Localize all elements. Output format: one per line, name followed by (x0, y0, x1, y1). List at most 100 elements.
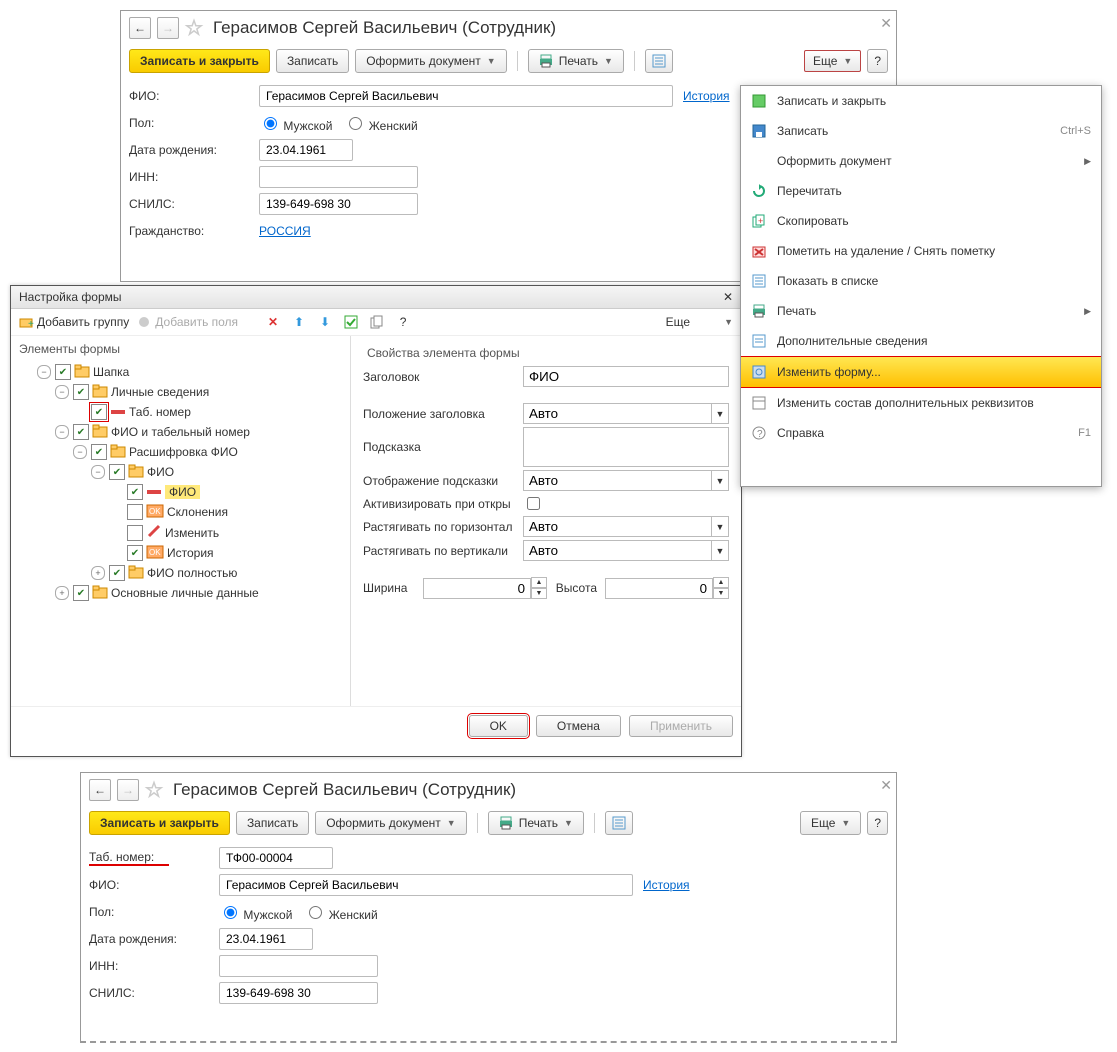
snils-input[interactable] (219, 982, 378, 1004)
create-doc-button[interactable]: Оформить документ ▼ (315, 811, 466, 835)
prop-pos-input[interactable] (523, 403, 712, 424)
delete-icon[interactable]: ✕ (264, 313, 282, 331)
save-button[interactable]: Записать (276, 49, 349, 73)
collapse-icon[interactable]: − (73, 445, 87, 459)
more-button[interactable]: Еще ▼ (804, 50, 861, 72)
menu-item[interactable]: Пометить на удаление / Снять пометку (741, 236, 1101, 266)
spin-down-icon[interactable]: ▼ (531, 588, 547, 599)
add-fields-button[interactable]: Добавить поля (137, 315, 238, 329)
help-button[interactable]: ? (867, 811, 888, 835)
back-button[interactable]: ← (129, 17, 151, 39)
dob-input[interactable] (259, 139, 353, 161)
copy-icon[interactable] (368, 313, 386, 331)
ok-button[interactable]: OK (469, 715, 528, 737)
close-icon[interactable]: ✕ (880, 777, 892, 794)
citizenship-link[interactable]: РОССИЯ (259, 224, 311, 238)
collapse-icon[interactable]: − (37, 365, 51, 379)
gender-male-radio[interactable]: Мужской (259, 114, 332, 133)
gender-female-radio[interactable]: Женский (344, 114, 417, 133)
tree-checkbox[interactable]: ✔ (55, 364, 71, 380)
back-button[interactable]: ← (89, 779, 111, 801)
inn-input[interactable] (259, 166, 418, 188)
tree-row[interactable]: −✔Личные сведения (15, 382, 346, 402)
tree-row[interactable]: ✔OKИстория (15, 543, 346, 563)
tree-checkbox[interactable]: ✔ (127, 484, 143, 500)
gender-male-radio[interactable]: Мужской (219, 903, 292, 922)
spin-down-icon[interactable]: ▼ (713, 588, 729, 599)
prop-stretch-h-input[interactable] (523, 516, 712, 537)
gender-female-radio[interactable]: Женский (304, 903, 377, 922)
dropdown-icon[interactable]: ▼ (712, 470, 729, 491)
menu-item[interactable]: Показать в списке (741, 266, 1101, 296)
menu-item[interactable]: Дополнительные сведения (741, 326, 1101, 356)
list-icon-button[interactable] (645, 49, 673, 73)
favorite-icon[interactable] (185, 19, 203, 37)
create-doc-button[interactable]: Оформить документ ▼ (355, 49, 506, 73)
print-button[interactable]: Печать ▼ (488, 811, 584, 835)
menu-item[interactable]: Печать▶ (741, 296, 1101, 326)
save-close-button[interactable]: Записать и закрыть (89, 811, 230, 835)
tree-checkbox[interactable]: ✔ (109, 464, 125, 480)
help-icon[interactable]: ? (394, 313, 412, 331)
dropdown-icon[interactable]: ▼ (712, 516, 729, 537)
collapse-icon[interactable]: − (55, 385, 69, 399)
move-down-icon[interactable]: ⬇ (316, 313, 334, 331)
menu-item[interactable]: +Скопировать (741, 206, 1101, 236)
spin-up-icon[interactable]: ▲ (713, 577, 729, 588)
tree-row[interactable]: +✔Основные личные данные (15, 583, 346, 603)
help-button[interactable]: ? (867, 49, 888, 73)
tree-row[interactable]: +✔ФИО полностью (15, 563, 346, 583)
dialog-close-icon[interactable]: ✕ (723, 290, 733, 304)
expand-icon[interactable]: + (55, 586, 69, 600)
save-button[interactable]: Записать (236, 811, 309, 835)
menu-item[interactable]: Перечитать (741, 176, 1101, 206)
spin-up-icon[interactable]: ▲ (531, 577, 547, 588)
move-up-icon[interactable]: ⬆ (290, 313, 308, 331)
more-button[interactable]: Еще ▼ (800, 811, 861, 835)
check-all-icon[interactable] (342, 313, 360, 331)
forward-button[interactable]: → (157, 17, 179, 39)
close-icon[interactable]: ✕ (880, 15, 892, 32)
tree-checkbox[interactable]: ✔ (109, 565, 125, 581)
tree-checkbox[interactable]: ✔ (127, 525, 143, 541)
dob-input[interactable] (219, 928, 313, 950)
apply-button[interactable]: Применить (629, 715, 733, 737)
tree-row[interactable]: ✔ФИО (15, 482, 346, 502)
menu-item[interactable]: ЗаписатьCtrl+S (741, 116, 1101, 146)
prop-activate-checkbox[interactable] (527, 497, 540, 510)
prop-width-input[interactable] (423, 578, 531, 599)
print-button[interactable]: Печать ▼ (528, 49, 624, 73)
prop-pos-dropdown[interactable]: ▼ (712, 403, 729, 424)
tree-row[interactable]: ✔Изменить (15, 522, 346, 543)
prop-hint-input[interactable] (523, 427, 729, 467)
tree-row[interactable]: ✔OKСклонения (15, 502, 346, 522)
save-close-button[interactable]: Записать и закрыть (129, 49, 270, 73)
menu-item[interactable]: Оформить документ▶ (741, 146, 1101, 176)
tree-checkbox[interactable]: ✔ (73, 585, 89, 601)
favorite-icon[interactable] (145, 781, 163, 799)
history-link[interactable]: История (683, 89, 730, 103)
fio-input[interactable] (219, 874, 633, 896)
prop-title-input[interactable] (523, 366, 729, 387)
tree-checkbox[interactable]: ✔ (91, 444, 107, 460)
menu-item[interactable]: Изменить форму... (741, 356, 1101, 388)
tree-checkbox[interactable]: ✔ (91, 404, 107, 420)
tree-row[interactable]: ✔Таб. номер (15, 402, 346, 422)
dialog-more-button[interactable]: Еще ▼ (666, 315, 733, 329)
prop-hintdisp-input[interactable] (523, 470, 712, 491)
collapse-icon[interactable]: − (55, 425, 69, 439)
tree-row[interactable]: −✔ФИО (15, 462, 346, 482)
snils-input[interactable] (259, 193, 418, 215)
fio-input[interactable] (259, 85, 673, 107)
expand-icon[interactable]: + (91, 566, 105, 580)
tree-row[interactable]: −✔Расшифровка ФИО (15, 442, 346, 462)
tab-no-input[interactable] (219, 847, 333, 869)
prop-stretch-v-input[interactable] (523, 540, 712, 561)
tree-checkbox[interactable]: ✔ (73, 384, 89, 400)
collapse-icon[interactable]: − (91, 465, 105, 479)
history-link[interactable]: История (643, 878, 690, 892)
tree-checkbox[interactable]: ✔ (73, 424, 89, 440)
prop-height-input[interactable] (605, 578, 713, 599)
tree-row[interactable]: −✔Шапка (15, 362, 346, 382)
cancel-button[interactable]: Отмена (536, 715, 621, 737)
